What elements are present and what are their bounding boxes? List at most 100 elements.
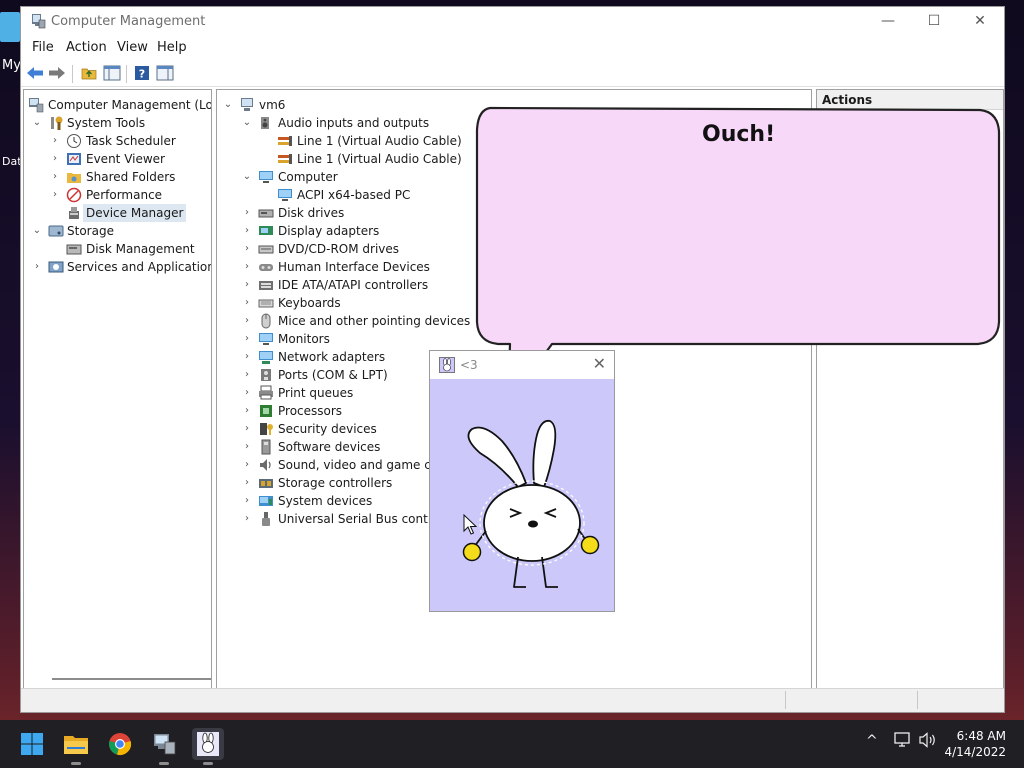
chevron-right-icon[interactable]: › bbox=[242, 420, 252, 438]
chevron-right-icon[interactable]: › bbox=[242, 492, 252, 510]
file-explorer-icon[interactable] bbox=[60, 728, 92, 765]
sound-icon bbox=[258, 457, 274, 473]
computer-management-icon[interactable] bbox=[148, 728, 180, 765]
chevron-right-icon[interactable]: › bbox=[50, 132, 60, 150]
desktop-shortcut-icon[interactable] bbox=[0, 12, 20, 42]
dvd-drive-icon bbox=[258, 241, 274, 257]
nav-tree-item[interactable]: Computer Management (Local bbox=[24, 96, 211, 114]
chrome-icon[interactable] bbox=[104, 728, 136, 760]
device-tree-label: vm6 bbox=[259, 98, 286, 112]
keyboard-icon bbox=[258, 295, 274, 311]
device-tree-label: Sound, video and game cont bbox=[278, 458, 451, 472]
storage-controller-icon bbox=[258, 475, 274, 491]
volume-icon[interactable] bbox=[919, 732, 937, 752]
chevron-right-icon[interactable]: › bbox=[242, 474, 252, 492]
device-tree-label: Print queues bbox=[278, 386, 354, 400]
chevron-right-icon[interactable]: › bbox=[50, 150, 60, 168]
ide-controller-icon bbox=[258, 277, 274, 293]
nav-tree-item[interactable]: › Task Scheduler bbox=[24, 132, 211, 150]
processor-icon bbox=[258, 403, 274, 419]
chevron-right-icon[interactable]: › bbox=[242, 276, 252, 294]
maximize-button[interactable]: ☐ bbox=[911, 7, 957, 37]
chevron-right-icon[interactable]: › bbox=[242, 312, 252, 330]
start-icon[interactable] bbox=[16, 728, 48, 760]
network-icon[interactable] bbox=[894, 732, 912, 752]
popup-title-bar[interactable]: <3 ✕ bbox=[430, 351, 614, 379]
nav-tree-item[interactable]: › Performance bbox=[24, 186, 211, 204]
up-folder-icon[interactable] bbox=[79, 63, 99, 83]
chevron-right-icon[interactable]: › bbox=[242, 384, 252, 402]
back-arrow-icon[interactable] bbox=[25, 63, 45, 83]
nav-tree-item[interactable]: › Services and Applications bbox=[24, 258, 211, 276]
computer-icon bbox=[239, 97, 255, 113]
menu-help[interactable]: Help bbox=[157, 40, 187, 55]
printer-icon bbox=[258, 385, 274, 401]
audio-cable-icon bbox=[277, 133, 293, 149]
device-tree-label: Audio inputs and outputs bbox=[278, 116, 430, 130]
nav-tree-label: Services and Applications bbox=[67, 260, 212, 274]
title-bar[interactable]: Computer Management — ☐ ✕ bbox=[21, 7, 1004, 37]
device-tree-label: Universal Serial Bus controlle bbox=[278, 512, 454, 526]
chevron-right-icon[interactable]: › bbox=[242, 258, 252, 276]
help-icon[interactable]: ? bbox=[132, 63, 152, 83]
system-devices-icon bbox=[258, 493, 274, 509]
desktop-label-dat[interactable]: Dat bbox=[2, 155, 22, 168]
chevron-down-icon[interactable]: ⌄ bbox=[32, 222, 42, 240]
chevron-right-icon[interactable]: › bbox=[50, 186, 60, 204]
horizontal-scrollbar[interactable] bbox=[52, 678, 211, 680]
show-hide-action-pane-icon[interactable] bbox=[155, 63, 175, 83]
chevron-right-icon[interactable]: › bbox=[242, 438, 252, 456]
clock-time: 6:48 AM bbox=[956, 729, 1006, 743]
device-tree-label: Monitors bbox=[278, 332, 330, 346]
clock[interactable]: 6:48 AM 4/14/2022 bbox=[944, 728, 1006, 760]
menu-view[interactable]: View bbox=[117, 40, 148, 55]
chevron-right-icon[interactable]: › bbox=[242, 240, 252, 258]
chevron-right-icon[interactable]: › bbox=[242, 402, 252, 420]
chevron-right-icon[interactable]: › bbox=[242, 456, 252, 474]
nav-tree-item[interactable]: ⌄ System Tools bbox=[24, 114, 211, 132]
chevron-down-icon[interactable]: ⌄ bbox=[242, 114, 252, 132]
close-button[interactable]: ✕ bbox=[957, 7, 1003, 37]
device-tree-label: DVD/CD-ROM drives bbox=[278, 242, 400, 256]
menu-action[interactable]: Action bbox=[66, 40, 107, 55]
taskbar: ^ 6:48 AM 4/14/2022 bbox=[0, 720, 1024, 768]
chevron-down-icon[interactable]: ⌄ bbox=[32, 114, 42, 132]
device-tree-label: Storage controllers bbox=[278, 476, 393, 490]
chevron-down-icon[interactable]: ⌄ bbox=[223, 96, 233, 114]
minimize-button[interactable]: — bbox=[865, 7, 911, 37]
toolbar-separator bbox=[126, 65, 127, 83]
nav-tree-item[interactable]: Disk Management bbox=[24, 240, 211, 258]
chevron-right-icon[interactable]: › bbox=[242, 330, 252, 348]
nav-tree-item[interactable]: ⌄ Storage bbox=[24, 222, 211, 240]
desktop-label-my[interactable]: My bbox=[2, 58, 21, 73]
chevron-right-icon[interactable]: › bbox=[242, 366, 252, 384]
chevron-right-icon[interactable]: › bbox=[32, 258, 42, 276]
chevron-right-icon[interactable]: › bbox=[242, 510, 252, 528]
display-adapter-icon bbox=[258, 223, 274, 239]
nav-tree-label: Event Viewer bbox=[86, 152, 165, 166]
bunny-app-icon[interactable] bbox=[192, 728, 224, 765]
show-hidden-icons-button[interactable]: ^ bbox=[866, 733, 878, 749]
computer-management-icon bbox=[32, 14, 46, 29]
chevron-right-icon[interactable]: › bbox=[242, 204, 252, 222]
nav-tree-item[interactable]: › Shared Folders bbox=[24, 168, 211, 186]
chevron-right-icon[interactable]: › bbox=[242, 348, 252, 366]
popup-close-button[interactable]: ✕ bbox=[593, 354, 606, 373]
show-hide-console-tree-icon[interactable] bbox=[102, 63, 122, 83]
forward-arrow-icon[interactable] bbox=[47, 63, 67, 83]
device-tree-label: IDE ATA/ATAPI controllers bbox=[278, 278, 429, 292]
nav-tree-item[interactable]: Device Manager bbox=[24, 204, 211, 222]
chevron-down-icon[interactable]: ⌄ bbox=[242, 168, 252, 186]
software-device-icon bbox=[258, 439, 274, 455]
port-icon bbox=[258, 367, 274, 383]
chevron-right-icon[interactable]: › bbox=[50, 168, 60, 186]
nav-tree-label: Performance bbox=[86, 188, 163, 202]
device-tree-label: Display adapters bbox=[278, 224, 380, 238]
menu-file[interactable]: File bbox=[32, 40, 54, 55]
performance-icon bbox=[66, 187, 82, 203]
event-viewer-icon bbox=[66, 151, 82, 167]
chevron-right-icon[interactable]: › bbox=[242, 294, 252, 312]
chevron-right-icon[interactable]: › bbox=[242, 222, 252, 240]
nav-tree-item[interactable]: › Event Viewer bbox=[24, 150, 211, 168]
disk-icon bbox=[66, 241, 82, 257]
